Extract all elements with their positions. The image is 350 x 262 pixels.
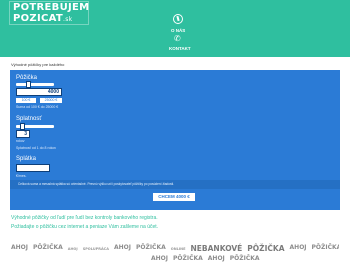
logo-line2-text: POZICAT xyxy=(13,13,64,24)
nav-about[interactable]: O NÁS xyxy=(171,28,185,33)
partner-banner[interactable]: AHOJ PÔŽIČKA AHOJ SPOLUPRÁCA AHOJ PÔŽIČK… xyxy=(11,238,339,262)
banner-word: PÔŽIČKA xyxy=(135,244,166,251)
repayment-range-note: Splatnosť od 1 do 8 rokov xyxy=(16,146,57,150)
banner-word: AHOJ xyxy=(11,244,28,251)
repayment-slider-thumb[interactable] xyxy=(20,123,25,130)
loan-amount-slider[interactable] xyxy=(16,83,54,86)
logo-line2: POZICAT.sk xyxy=(13,13,72,24)
banner-row2: AHOJ PÔŽIČKA AHOJ PÔŽIČKA xyxy=(151,255,260,262)
site-header: POTREBUJEM POZICAT.sk O NÁS ✆ KONTAKT xyxy=(0,0,350,57)
tagline-line2: Požiadajte o pôžičku cez internet a peni… xyxy=(11,224,159,230)
banner-word: PÔŽIČKA xyxy=(229,255,260,262)
loan-max-pill: 25000 € xyxy=(40,98,62,103)
apply-button[interactable]: CHCEM 4000 € xyxy=(153,193,195,201)
tagline-line1: Výhodné pôžičky od ľudí pre ľudí bez kon… xyxy=(11,215,158,221)
info-icon[interactable] xyxy=(173,14,183,24)
calculator-info-bar: Celková suma a mesačná splátka sú orient… xyxy=(10,180,340,189)
loan-min-pill: 100 € xyxy=(16,98,36,103)
logo-line1: POTREBUJEM xyxy=(13,2,90,13)
banner-word: PÔŽIČKA xyxy=(33,244,63,251)
repayment-unit: rokov xyxy=(16,139,25,143)
banner-row1: AHOJ PÔŽIČKA AHOJ SPOLUPRÁCA AHOJ PÔŽIČK… xyxy=(11,244,339,253)
loan-range-note: Suma od 100 € do 25000 € xyxy=(16,105,59,109)
site-logo[interactable]: POTREBUJEM POZICAT.sk xyxy=(9,1,89,25)
repayment-input[interactable]: 3 xyxy=(16,130,30,138)
banner-word: AHOJ xyxy=(289,244,307,251)
nav-contact[interactable]: KONTAKT xyxy=(169,46,191,51)
banner-word: AHOJ xyxy=(67,247,78,251)
loan-amount-slider-thumb[interactable] xyxy=(26,81,31,88)
banner-word: ONLINE xyxy=(170,247,186,251)
logo-suffix: .sk xyxy=(63,16,73,23)
phone-icon[interactable]: ✆ xyxy=(174,35,182,43)
page-subtitle: Výhodné pôžičky pre každého xyxy=(11,62,65,67)
loan-amount-input[interactable]: 4000 xyxy=(16,88,62,96)
banner-word: AHOJ xyxy=(113,244,131,251)
banner-word: AHOJ xyxy=(151,255,168,262)
banner-word: SPOLUPRÁCA xyxy=(82,247,109,251)
loan-calculator: Pôžička 4000 100 € 25000 € Suma od 100 €… xyxy=(10,70,340,210)
banner-word: PÔŽIČKA xyxy=(311,244,339,251)
banner-word: PÔŽIČKA xyxy=(173,255,203,262)
banner-word: AHOJ xyxy=(207,255,225,262)
repayment-label: Splatnosť xyxy=(16,116,42,122)
installment-unit: €/mes. xyxy=(16,174,27,178)
installment-label: Splátka xyxy=(16,156,37,162)
banner-word: NEBANKOVÉ xyxy=(190,244,243,253)
installment-output xyxy=(16,164,50,172)
banner-word: PÔŽIČKA xyxy=(247,244,285,253)
